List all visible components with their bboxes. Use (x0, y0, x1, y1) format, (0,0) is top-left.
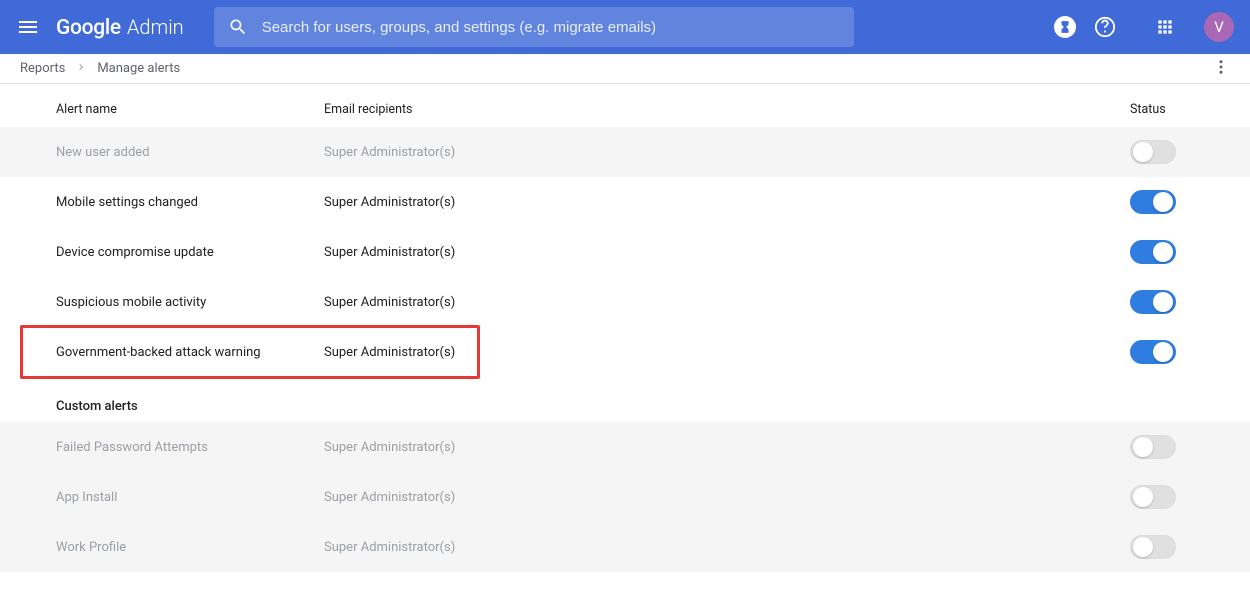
avatar-initial: V (1214, 18, 1224, 36)
alert-recipients: Super Administrator(s) (324, 195, 1130, 210)
app-header: Google Admin V (0, 0, 1250, 54)
status-toggle[interactable] (1130, 485, 1176, 509)
toggle-knob (1153, 192, 1173, 212)
alert-row[interactable]: Government-backed attack warningSuper Ad… (0, 327, 1250, 377)
toggle-knob (1153, 342, 1173, 362)
alert-row[interactable]: Mobile settings changedSuper Administrat… (0, 177, 1250, 227)
breadcrumb-bar: Reports Manage alerts (0, 54, 1250, 84)
system-alerts-section: New user addedSuper Administrator(s)Mobi… (0, 127, 1250, 377)
alert-status-cell (1130, 140, 1250, 164)
help-icon[interactable] (1094, 16, 1116, 38)
alert-status-cell (1130, 340, 1250, 364)
alert-name: New user added (56, 145, 324, 160)
alert-recipients: Super Administrator(s) (324, 145, 1130, 160)
breadcrumb-current: Manage alerts (97, 61, 180, 76)
alert-row[interactable]: Work ProfileSuper Administrator(s) (0, 522, 1250, 572)
alert-row[interactable]: Suspicious mobile activitySuper Administ… (0, 277, 1250, 327)
alert-row[interactable]: New user addedSuper Administrator(s) (0, 127, 1250, 177)
toggle-knob (1133, 487, 1153, 507)
alert-recipients: Super Administrator(s) (324, 245, 1130, 260)
search-icon (228, 17, 248, 37)
header-actions: V (1054, 12, 1234, 42)
alert-status-cell (1130, 485, 1250, 509)
toggle-knob (1133, 142, 1153, 162)
toggle-knob (1153, 292, 1173, 312)
toggle-knob (1133, 537, 1153, 557)
alert-name: Government-backed attack warning (56, 345, 324, 360)
status-toggle[interactable] (1130, 240, 1176, 264)
alert-name: Work Profile (56, 540, 324, 555)
apps-grid-icon[interactable] (1154, 16, 1176, 38)
chevron-right-icon (75, 61, 87, 77)
toggle-knob (1133, 437, 1153, 457)
hourglass-icon[interactable] (1054, 16, 1076, 38)
search-container (214, 7, 854, 47)
alert-status-cell (1130, 290, 1250, 314)
col-recipients: Email recipients (324, 102, 1130, 117)
alert-row[interactable]: App InstallSuper Administrator(s) (0, 472, 1250, 522)
alert-name: Suspicious mobile activity (56, 295, 324, 310)
alert-recipients: Super Administrator(s) (324, 295, 1130, 310)
custom-alerts-title: Custom alerts (0, 377, 1250, 422)
more-vert-icon[interactable] (1212, 58, 1230, 80)
alert-recipients: Super Administrator(s) (324, 540, 1130, 555)
hamburger-menu-icon[interactable] (16, 15, 40, 39)
status-toggle[interactable] (1130, 435, 1176, 459)
status-toggle[interactable] (1130, 340, 1176, 364)
toggle-knob (1153, 242, 1173, 262)
table-header: Alert name Email recipients Status (0, 84, 1250, 127)
status-toggle[interactable] (1130, 290, 1176, 314)
alert-status-cell (1130, 435, 1250, 459)
alert-recipients: Super Administrator(s) (324, 440, 1130, 455)
alerts-table: Alert name Email recipients Status New u… (0, 84, 1250, 572)
alert-status-cell (1130, 535, 1250, 559)
alert-status-cell (1130, 240, 1250, 264)
status-toggle[interactable] (1130, 535, 1176, 559)
alert-name: Failed Password Attempts (56, 440, 324, 455)
col-status: Status (1130, 102, 1250, 117)
breadcrumb: Reports Manage alerts (20, 61, 180, 77)
status-toggle[interactable] (1130, 140, 1176, 164)
alert-name: Mobile settings changed (56, 195, 324, 210)
search-input[interactable] (214, 7, 854, 47)
col-alert-name: Alert name (56, 102, 324, 117)
google-admin-logo[interactable]: Google Admin (56, 15, 184, 40)
alert-recipients: Super Administrator(s) (324, 345, 1130, 360)
alert-status-cell (1130, 190, 1250, 214)
alert-name: App Install (56, 490, 324, 505)
alert-row[interactable]: Device compromise updateSuper Administra… (0, 227, 1250, 277)
account-avatar[interactable]: V (1204, 12, 1234, 42)
logo-google-text: Google (56, 16, 121, 40)
alert-recipients: Super Administrator(s) (324, 490, 1130, 505)
alert-name: Device compromise update (56, 245, 324, 260)
status-toggle[interactable] (1130, 190, 1176, 214)
alert-row[interactable]: Failed Password AttemptsSuper Administra… (0, 422, 1250, 472)
breadcrumb-root[interactable]: Reports (20, 61, 65, 76)
logo-admin-text: Admin (127, 15, 184, 39)
custom-alerts-section: Failed Password AttemptsSuper Administra… (0, 422, 1250, 572)
